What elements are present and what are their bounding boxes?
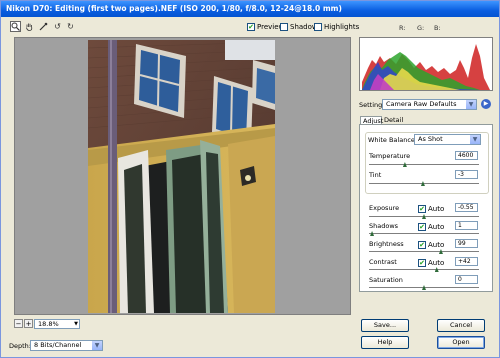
brightness-auto-checkbox[interactable]: ✔ Auto [418,240,444,250]
temperature-slider-track[interactable] [369,164,479,165]
contrast-field[interactable]: +42 [455,257,478,266]
green-readout-label: G: [417,24,425,32]
zoom-tool-icon[interactable] [10,21,21,32]
rotate-left-icon[interactable]: ↺ [52,21,63,32]
checkmark-icon: ✔ [418,240,426,249]
tint-label: Tint [369,171,382,179]
exposure-auto-checkbox[interactable]: ✔ Auto [418,204,444,214]
white-balance-label: White Balance: [368,136,418,144]
arrow-right-icon: ▶ [483,100,489,107]
depth-label: Depth: [9,342,31,350]
zoom-level-value: 18.8% [38,320,59,328]
eyedropper-tool-icon[interactable] [38,21,49,32]
blue-readout-label: B: [434,24,441,32]
photo-preview [88,40,275,313]
exposure-field[interactable]: -0.55 [455,203,478,212]
chevron-down-icon: ▼ [466,100,476,109]
settings-select[interactable]: Camera Raw Defaults ▼ [382,99,477,110]
zoom-level-select[interactable]: 18.8% ▼ [34,319,80,329]
temperature-field[interactable]: 4600 [455,151,478,160]
settings-value: Camera Raw Defaults [386,100,457,108]
highlights-label: Highlights [324,23,360,31]
exposure-label: Exposure [369,204,400,212]
settings-row: Settings: Camera Raw Defaults ▼ ▶ [359,98,493,112]
cancel-button[interactable]: Cancel [437,319,485,332]
help-button[interactable]: Help [361,336,409,349]
brightness-auto-label: Auto [428,241,445,249]
chevron-down-icon: ▼ [470,135,480,144]
white-balance-select[interactable]: As Shot ▼ [414,134,481,145]
shadows-auto-label: Auto [428,223,445,231]
camera-raw-window: Nikon D70: Editing (first two pages).NEF… [0,0,500,358]
settings-menu-button[interactable]: ▶ [481,99,491,109]
histogram [359,37,493,91]
hand-tool-icon[interactable] [24,21,35,32]
rotate-right-icon[interactable]: ↻ [65,21,76,32]
contrast-auto-checkbox[interactable]: ✔ Auto [418,258,444,268]
contrast-auto-label: Auto [428,259,445,267]
saturation-label: Saturation [369,276,403,284]
contrast-label: Contrast [369,258,397,266]
exposure-auto-label: Auto [428,205,445,213]
depth-select[interactable]: 8 Bits/Channel ▼ [30,340,103,351]
adjust-panel: White Balance: As Shot ▼ Temperature 460… [359,124,493,292]
shadows-label: Shadows [369,222,399,230]
white-balance-value: As Shot [418,135,443,143]
brightness-slider-track[interactable] [369,251,479,252]
highlights-checkbox[interactable]: Highlights [314,22,359,32]
shadows-slider-track[interactable] [369,233,479,234]
tint-field[interactable]: -3 [455,170,478,179]
shadows-field[interactable]: 1 [455,221,478,230]
checkmark-icon: ✔ [418,258,426,267]
shadows-auto-checkbox[interactable]: ✔ Auto [418,222,444,232]
zoom-out-button[interactable]: − [14,319,23,328]
brightness-label: Brightness [369,240,404,248]
checkmark-icon: ✔ [418,222,426,231]
contrast-slider-track[interactable] [369,269,479,270]
title-bar[interactable]: Nikon D70: Editing (first two pages).NEF… [1,1,499,17]
chevron-down-icon: ▼ [74,321,78,327]
window-title: Nikon D70: Editing (first two pages).NEF… [6,4,342,13]
brightness-field[interactable]: 99 [455,239,478,248]
open-button[interactable]: Open [437,336,485,349]
checkmark-icon: ✔ [247,22,255,31]
image-preview-area[interactable] [14,37,351,315]
temperature-label: Temperature [369,152,411,160]
chevron-down-icon: ▼ [92,341,102,350]
zoom-in-button[interactable]: + [24,319,33,328]
depth-value: 8 Bits/Channel [34,341,82,349]
red-readout-label: R: [399,24,406,32]
preview-checkbox[interactable]: ✔ Preview [247,22,284,32]
checkmark-icon: ✔ [418,204,426,213]
toolbar: ↺ ↻ ✔ Preview Shadows Highlights R: G: B… [1,17,499,35]
save-button[interactable]: Save... [361,319,409,332]
saturation-field[interactable]: 0 [455,275,478,284]
